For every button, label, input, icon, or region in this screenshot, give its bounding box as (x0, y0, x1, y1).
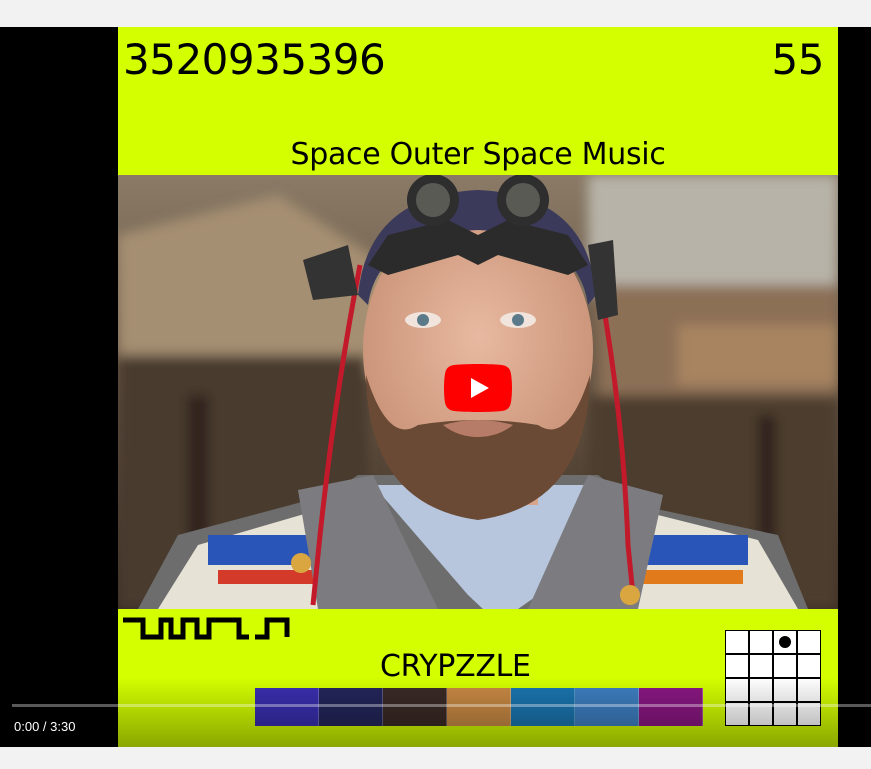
page: 3520935396 55 Space Outer Space Music CR… (0, 0, 871, 769)
color-swatch-strip (255, 688, 703, 726)
video-player[interactable]: 3520935396 55 Space Outer Space Music CR… (0, 27, 871, 747)
color-swatch (639, 688, 703, 726)
waveform-logo-icon (123, 617, 290, 640)
brand-name: CRYPZZLE (380, 649, 531, 684)
video-frame: 3520935396 55 Space Outer Space Music CR… (118, 27, 838, 747)
play-button-icon[interactable] (444, 364, 512, 412)
video-title-overlay: Space Outer Space Music (290, 137, 666, 172)
color-swatch (447, 688, 511, 726)
color-swatch (319, 688, 383, 726)
color-swatch (255, 688, 319, 726)
color-swatch (383, 688, 447, 726)
color-swatch (511, 688, 575, 726)
count-number: 55 (771, 35, 825, 84)
id-number: 3520935396 (123, 35, 386, 84)
progress-bar[interactable] (12, 704, 871, 707)
puzzle-grid-icon (725, 630, 821, 726)
color-swatch (575, 688, 639, 726)
time-display: 0:00 / 3:30 (14, 719, 76, 734)
